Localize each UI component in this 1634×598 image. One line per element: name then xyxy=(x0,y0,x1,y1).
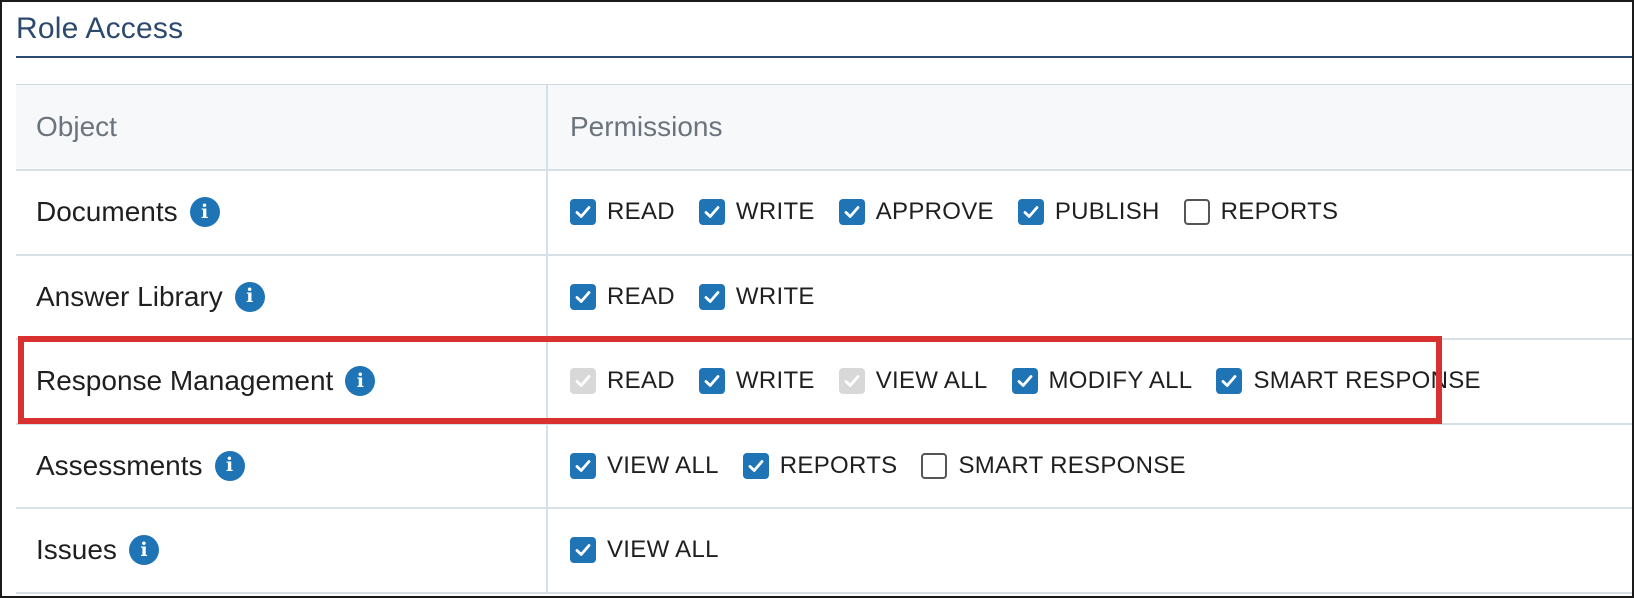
object-name: Response Management xyxy=(36,365,334,397)
permission-approve[interactable]: APPROVE xyxy=(838,198,994,226)
permissions-cell: READ WRITE APPROVE PUBLISH REPORTS xyxy=(548,171,1632,254)
permission-label: PUBLISH xyxy=(1054,198,1160,226)
permission-view-all: VIEW ALL xyxy=(838,367,988,395)
permission-label: WRITE xyxy=(735,198,815,226)
object-name: Answer Library xyxy=(36,280,223,312)
checkbox-reports[interactable] xyxy=(742,452,769,479)
checkbox-approve[interactable] xyxy=(838,199,865,226)
checkbox-publish[interactable] xyxy=(1017,199,1044,226)
object-cell: Documents i xyxy=(16,171,548,254)
permission-view-all[interactable]: VIEW ALL xyxy=(570,536,719,564)
permissions-cell: VIEW ALL xyxy=(548,509,1632,592)
table-row-documents: Documents i READ WRITE APPROVE PUBLISH REPORTS xyxy=(16,171,1632,256)
checkbox-read[interactable] xyxy=(570,199,596,226)
permissions-table: Object Permissions Documents i READ WRITE AP… xyxy=(16,84,1632,594)
permission-write[interactable]: WRITE xyxy=(698,367,815,395)
permission-label: REPORTS xyxy=(1220,198,1339,226)
permission-read[interactable]: READ xyxy=(570,198,675,226)
permission-write[interactable]: WRITE xyxy=(698,198,815,226)
info-icon[interactable]: i xyxy=(189,197,220,228)
table-row-issues: Issues i VIEW ALL xyxy=(16,509,1632,594)
checkbox-view-all xyxy=(838,368,865,395)
permission-label: APPROVE xyxy=(875,198,994,226)
permission-read: READ xyxy=(570,367,675,395)
permission-label: MODIFY ALL xyxy=(1048,367,1193,395)
object-cell: Answer Library i xyxy=(16,255,548,338)
permissions-cell: READ WRITE VIEW ALL MODIFY ALL SMART RESPONS… xyxy=(548,340,1632,423)
info-icon[interactable]: i xyxy=(128,535,159,566)
permission-modify-all[interactable]: MODIFY ALL xyxy=(1011,367,1193,395)
role-access-panel: Role Access Object Permissions Documents… xyxy=(0,0,1634,598)
table-row-response-management: Response Management i READ WRITE VIEW ALL MOD… xyxy=(16,340,1632,425)
checkbox-modify-all[interactable] xyxy=(1011,368,1038,395)
object-cell: Response Management i xyxy=(16,340,548,423)
permission-read[interactable]: READ xyxy=(570,283,675,311)
checkbox-view-all[interactable] xyxy=(570,537,596,564)
permissions-cell: VIEW ALL REPORTS SMART RESPONSE xyxy=(548,425,1632,508)
checkbox-read xyxy=(570,368,596,395)
checkbox-view-all[interactable] xyxy=(570,452,596,479)
checkbox-write[interactable] xyxy=(698,368,725,395)
permission-label: SMART RESPONSE xyxy=(958,451,1186,479)
object-name: Issues xyxy=(36,534,117,566)
permission-label: VIEW ALL xyxy=(607,536,719,564)
info-icon[interactable]: i xyxy=(345,366,376,397)
permission-reports[interactable]: REPORTS xyxy=(742,451,898,480)
table-row-assessments: Assessments i VIEW ALL REPORTS SMART RESPONS… xyxy=(16,424,1632,509)
checkbox-smart-response[interactable] xyxy=(1216,368,1243,395)
info-icon[interactable]: i xyxy=(214,450,245,481)
permission-label: WRITE xyxy=(735,367,815,395)
permission-label: VIEW ALL xyxy=(875,367,988,395)
object-name: Assessments xyxy=(36,449,203,481)
page-title: Role Access xyxy=(16,12,184,45)
header-permissions: Permissions xyxy=(570,111,723,142)
permission-view-all[interactable]: VIEW ALL xyxy=(570,452,719,480)
permission-label: SMART RESPONSE xyxy=(1253,367,1481,395)
info-icon[interactable]: i xyxy=(234,281,265,312)
permission-label: READ xyxy=(607,282,675,310)
checkbox-read[interactable] xyxy=(570,283,596,310)
object-name: Documents xyxy=(36,196,178,228)
object-cell: Issues i xyxy=(16,509,548,592)
title-divider xyxy=(16,56,1632,58)
table-row-answer-library: Answer Library i READ WRITE xyxy=(16,255,1632,340)
permission-label: REPORTS xyxy=(779,451,898,479)
object-cell: Assessments i xyxy=(16,424,548,507)
checkbox-write[interactable] xyxy=(698,283,725,310)
checkbox-reports[interactable] xyxy=(1183,199,1210,226)
permission-smart-response[interactable]: SMART RESPONSE xyxy=(921,451,1186,480)
permission-label: VIEW ALL xyxy=(607,451,719,479)
permission-smart-response[interactable]: SMART RESPONSE xyxy=(1216,367,1481,395)
permission-reports[interactable]: REPORTS xyxy=(1183,198,1339,226)
permission-write[interactable]: WRITE xyxy=(698,282,815,311)
header-object: Object xyxy=(16,85,548,169)
permission-label: WRITE xyxy=(735,282,815,310)
checkbox-write[interactable] xyxy=(698,199,725,226)
permissions-cell: READ WRITE xyxy=(548,256,1632,339)
permission-publish[interactable]: PUBLISH xyxy=(1017,198,1160,226)
checkbox-smart-response[interactable] xyxy=(921,452,948,479)
table-header-row: Object Permissions xyxy=(16,85,1632,171)
permission-label: READ xyxy=(607,367,675,395)
permission-label: READ xyxy=(607,198,675,226)
